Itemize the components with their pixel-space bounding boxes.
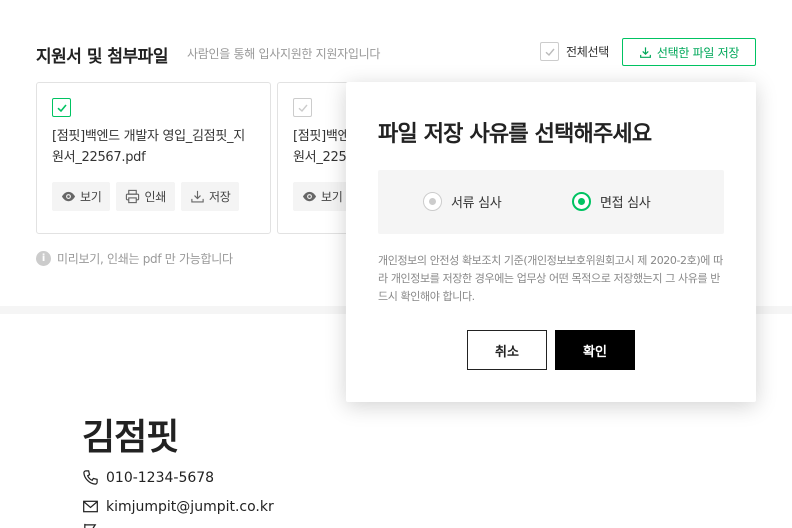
info-icon: i <box>36 251 51 266</box>
reason-option-label: 서류 심사 <box>451 196 502 211</box>
modal-title: 파일 저장 사유를 선택해주세요 <box>378 122 652 147</box>
file-checkbox[interactable] <box>52 98 71 117</box>
check-icon <box>298 104 308 112</box>
view-label: 보기 <box>80 190 102 204</box>
printer-icon <box>126 189 140 204</box>
file-name: [점핏]백엔드 개발자 영입_김점핏_지원서_22567.pdf <box>52 129 245 165</box>
applicant-extra <box>82 522 106 528</box>
file-card: [점핏]백엔드 개발자 영입_김점핏_지원서_22567.pdf 보기 <box>277 82 357 234</box>
email-text: kimjumpit@jumpit.co.kr <box>106 498 274 515</box>
mail-icon <box>83 500 98 513</box>
applicant-phone: 010-1234-5678 <box>82 469 214 486</box>
radio-button-selected[interactable] <box>572 192 591 211</box>
check-icon <box>56 103 67 112</box>
download-icon <box>639 46 651 58</box>
cancel-button[interactable]: 취소 <box>467 330 547 370</box>
applicant-email: kimjumpit@jumpit.co.kr <box>82 498 274 515</box>
section-subtitle: 사람인을 통해 입사지원한 지원자입니다 <box>187 47 381 61</box>
print-label: 인쇄 <box>144 190 166 204</box>
select-all-toggle[interactable]: 전체선택 <box>540 42 609 61</box>
select-all-label: 전체선택 <box>566 45 609 59</box>
download-icon <box>191 190 204 203</box>
file-checkbox[interactable] <box>293 98 312 117</box>
select-all-checkbox[interactable] <box>540 42 559 61</box>
view-label: 보기 <box>321 190 343 204</box>
save-label: 저장 <box>208 190 231 204</box>
flag-icon <box>84 523 97 528</box>
file-card: [점핏]백엔드 개발자 영입_김점핏_지원서_22567.pdf 보기 인쇄 저… <box>36 82 271 234</box>
check-icon <box>545 48 555 56</box>
print-button[interactable]: 인쇄 <box>116 182 175 211</box>
reason-option-interview-review[interactable]: 면접 심사 <box>572 192 651 211</box>
save-button[interactable]: 저장 <box>180 182 240 211</box>
save-selected-label: 선택한 파일 저장 <box>656 45 740 60</box>
phone-text: 010-1234-5678 <box>106 469 215 486</box>
preview-note: i 미리보기, 인쇄는 pdf 만 가능합니다 <box>36 250 233 267</box>
eye-icon <box>302 191 317 202</box>
documents-header: 지원서 및 첨부파일 사람인을 통해 입사지원한 지원자입니다 전체선택 선택한… <box>36 38 756 68</box>
radio-button[interactable] <box>423 192 442 211</box>
save-selected-files-button[interactable]: 선택한 파일 저장 <box>622 38 756 66</box>
save-reason-modal: 파일 저장 사유를 선택해주세요 서류 심사 면접 심사 개인정보의 안전성 확… <box>346 82 756 402</box>
view-button[interactable]: 보기 <box>52 182 111 211</box>
reason-options: 서류 심사 면접 심사 <box>378 170 724 234</box>
applicant-name: 김점핏 <box>82 417 179 458</box>
phone-icon <box>83 470 98 485</box>
confirm-button[interactable]: 확인 <box>555 330 635 370</box>
view-button[interactable]: 보기 <box>293 182 352 211</box>
section-title: 지원서 및 첨부파일 <box>36 47 168 67</box>
eye-icon <box>61 191 76 202</box>
note-text: 미리보기, 인쇄는 pdf 만 가능합니다 <box>57 252 233 266</box>
reason-option-label: 면접 심사 <box>600 196 651 211</box>
modal-description: 개인정보의 안전성 확보조치 기준(개인정보보호위원회고시 제 2020-2호)… <box>378 254 723 303</box>
reason-option-document-review[interactable]: 서류 심사 <box>423 192 502 211</box>
